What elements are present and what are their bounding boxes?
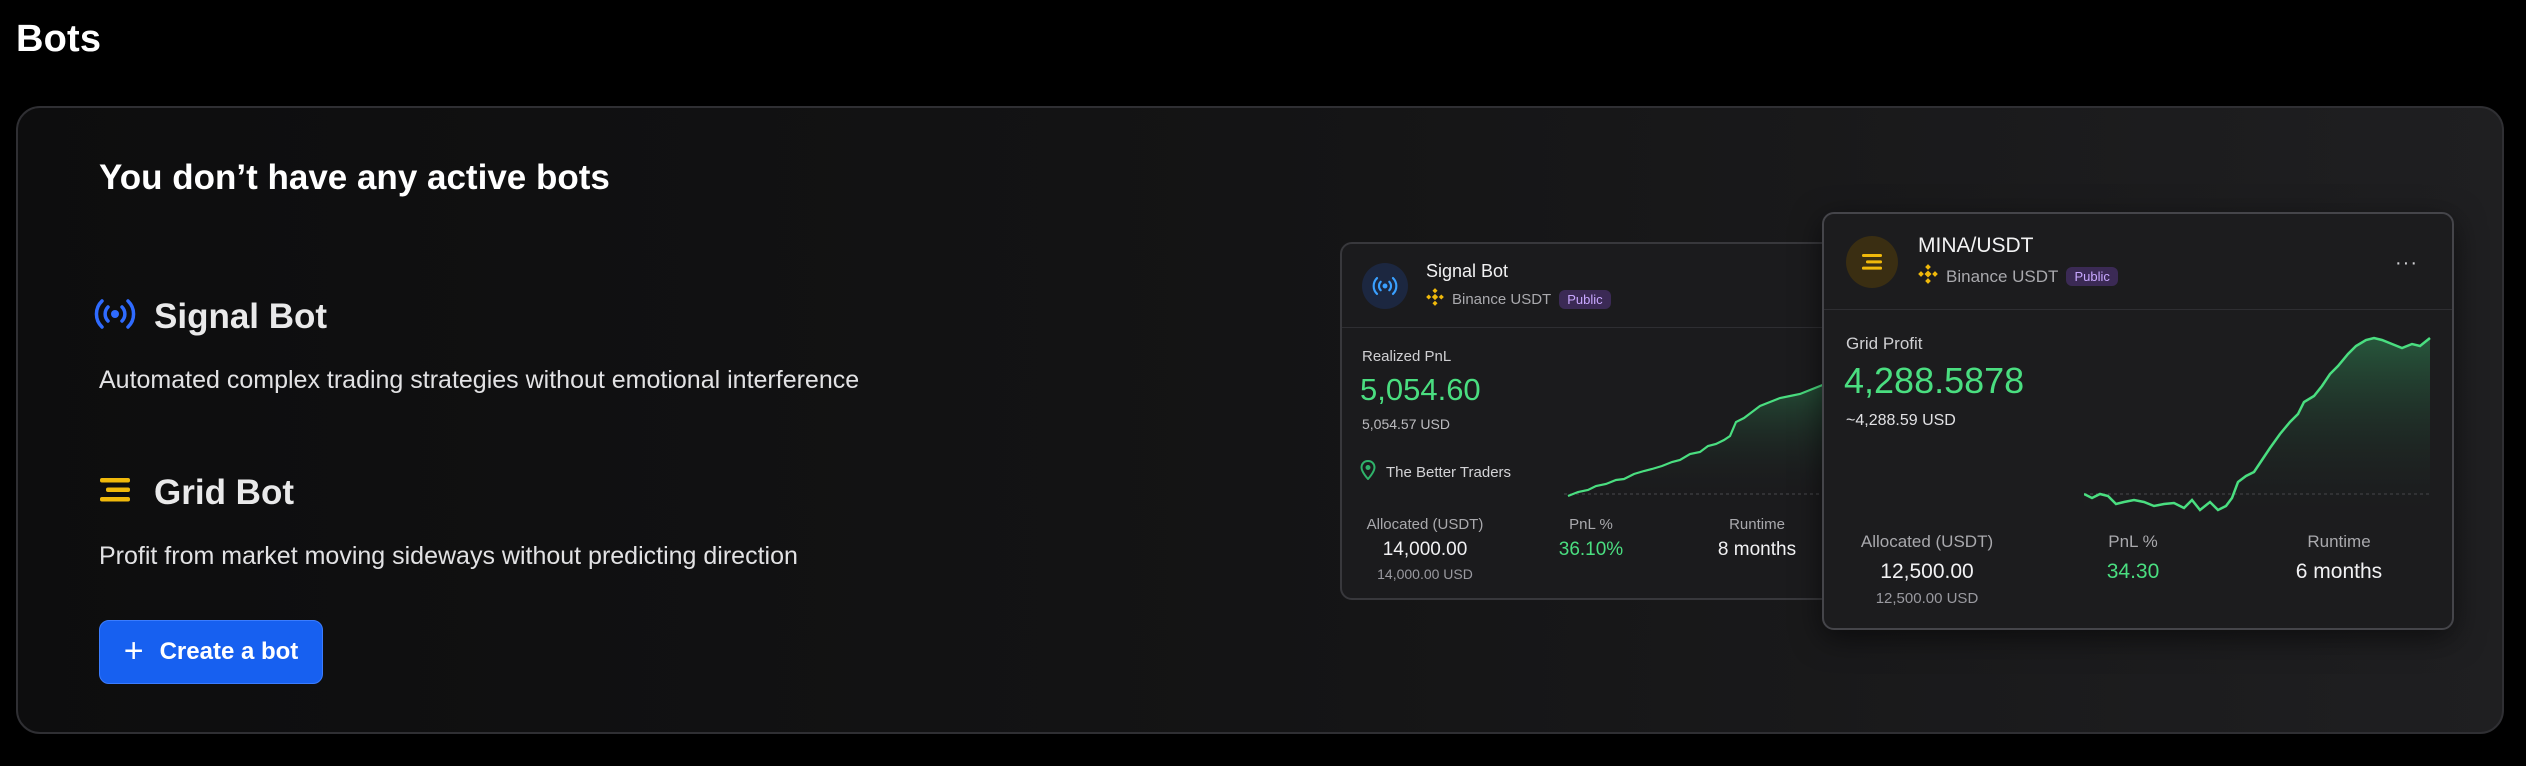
empty-state-title: You don’t have any active bots xyxy=(99,158,610,197)
stat-pnl: PnL % 34.30 xyxy=(2030,532,2236,607)
metric-value: 5,054.60 xyxy=(1360,372,1481,407)
create-bot-button[interactable]: + Create a bot xyxy=(99,620,323,684)
stat-value: 8 months xyxy=(1717,539,1797,560)
metric-sub: 5,054.57 USD xyxy=(1362,416,1450,432)
stat-value: 14,000.00 xyxy=(1382,539,1468,560)
plus-icon: + xyxy=(123,631,144,670)
metric-label: Grid Profit xyxy=(1846,334,1923,353)
signal-avatar xyxy=(1362,262,1408,309)
pnl-sparkline-chart xyxy=(1564,379,1838,498)
feature-name: Signal Bot xyxy=(154,296,328,336)
stat-runtime: Runtime 8 months xyxy=(1674,516,1838,582)
metric-value: 4,288.5878 xyxy=(1844,360,2025,401)
stat-label: Runtime xyxy=(2307,532,2371,551)
stat-allocated: Allocated (USDT) 12,500.00 12,500.00 USD xyxy=(1824,532,2030,607)
stat-label: Allocated (USDT) xyxy=(1366,516,1484,533)
more-options-icon[interactable]: ··· xyxy=(2395,252,2418,275)
card-title: Signal Bot xyxy=(1426,261,1509,281)
signal-broadcast-icon xyxy=(94,296,136,337)
stat-pnl: PnL % 36.10% xyxy=(1508,516,1674,582)
stat-label: PnL % xyxy=(2108,532,2158,551)
grid-avatar xyxy=(1846,235,1898,288)
grid-bot-preview-card: MINA/USDT Binance USDT Public ··· Grid P… xyxy=(1822,212,2454,630)
stat-label: Runtime xyxy=(1729,516,1785,533)
stat-sub: 14,000.00 USD xyxy=(1377,566,1473,582)
card-stats: Allocated (USDT) 14,000.00 14,000.00 USD… xyxy=(1342,516,1838,582)
signal-broadcast-icon xyxy=(1372,276,1398,295)
provider-name: The Better Traders xyxy=(1386,463,1512,481)
stat-allocated: Allocated (USDT) 14,000.00 14,000.00 USD xyxy=(1342,516,1508,582)
public-badge: Public xyxy=(2066,267,2118,286)
stat-label: Allocated (USDT) xyxy=(1860,532,1994,551)
stat-runtime: Runtime 6 months xyxy=(2236,532,2442,607)
metric-label: Realized PnL xyxy=(1362,348,1452,365)
exchange-label: Binance USDT xyxy=(1452,290,1552,308)
stat-label: PnL % xyxy=(1569,516,1613,533)
grid-lines-icon xyxy=(1862,253,1882,270)
metric-sub: ~4,288.59 USD xyxy=(1846,412,1956,429)
signal-provider: The Better Traders xyxy=(1360,459,1512,484)
public-badge: Public xyxy=(1559,289,1611,309)
feature-signal-bot: Signal Bot xyxy=(94,296,327,337)
feature-description: Automated complex trading strategies wit… xyxy=(99,366,860,394)
empty-state-panel: You don’t have any active bots Signal Bo… xyxy=(16,106,2504,734)
card-title: MINA/USDT xyxy=(1918,234,2034,257)
stat-value: 36.10% xyxy=(1558,539,1624,560)
stat-value: 34.30 xyxy=(2106,560,2160,583)
signal-bot-preview-card: Signal Bot Binance USDT Public Realized … xyxy=(1340,242,1840,600)
card-stats: Allocated (USDT) 12,500.00 12,500.00 USD… xyxy=(1824,532,2452,607)
page-title: Bots xyxy=(16,18,102,60)
create-bot-label: Create a bot xyxy=(159,638,299,665)
binance-icon xyxy=(1918,264,1938,289)
card-header: MINA/USDT Binance USDT Public ··· xyxy=(1824,214,2452,310)
grid-lines-icon xyxy=(94,472,136,513)
feature-name: Grid Bot xyxy=(154,472,294,512)
stat-value: 6 months xyxy=(2295,560,2383,583)
stat-value: 12,500.00 xyxy=(1880,560,1974,583)
exchange-label: Binance USDT xyxy=(1946,266,2059,286)
feature-description: Profit from market moving sideways witho… xyxy=(99,542,798,570)
pin-icon xyxy=(1360,459,1376,484)
card-header: Signal Bot Binance USDT Public xyxy=(1342,244,1838,328)
binance-icon xyxy=(1426,288,1444,310)
feature-grid-bot: Grid Bot xyxy=(94,472,294,513)
stat-sub: 12,500.00 USD xyxy=(1875,590,1979,607)
profit-sparkline-chart xyxy=(2084,336,2432,524)
